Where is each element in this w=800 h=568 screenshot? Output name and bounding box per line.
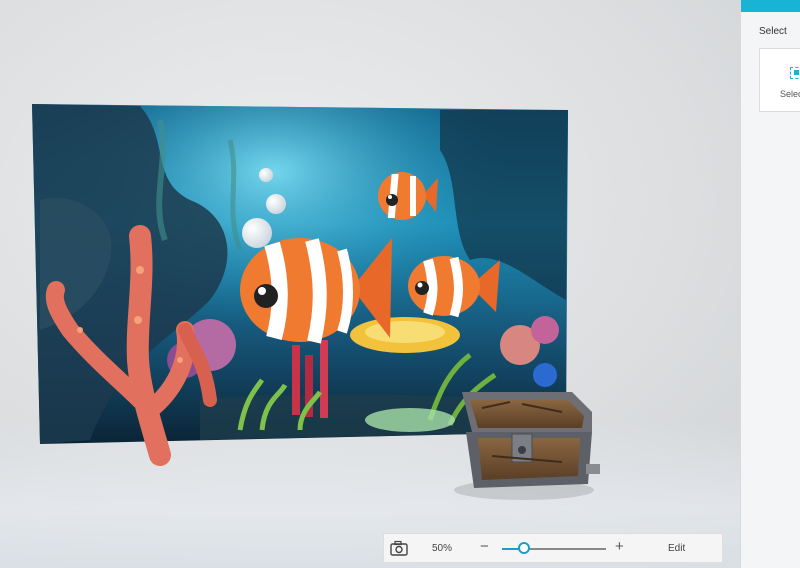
camera-icon[interactable] (390, 540, 408, 556)
zoom-out-button[interactable]: − (480, 538, 489, 555)
side-panel: Select Selec (740, 0, 800, 568)
zoom-value: 50% (432, 543, 453, 554)
zoom-slider[interactable] (502, 540, 606, 558)
select-tool-label: Selec (780, 89, 800, 99)
view-toolbar: 50% − + Edit (383, 533, 723, 563)
edit-button[interactable]: Edit (668, 543, 685, 554)
select-tool-card[interactable]: Selec (759, 48, 800, 112)
panel-accent-bar (741, 0, 800, 12)
zoom-slider-track (524, 548, 606, 550)
scene-svg (32, 104, 600, 500)
select-box-icon (790, 67, 800, 79)
3d-canvas[interactable] (0, 0, 740, 568)
panel-title: Select (759, 26, 787, 37)
zoom-in-button[interactable]: + (615, 538, 624, 555)
treasure-chest[interactable] (454, 392, 600, 500)
zoom-slider-thumb[interactable] (518, 542, 530, 554)
